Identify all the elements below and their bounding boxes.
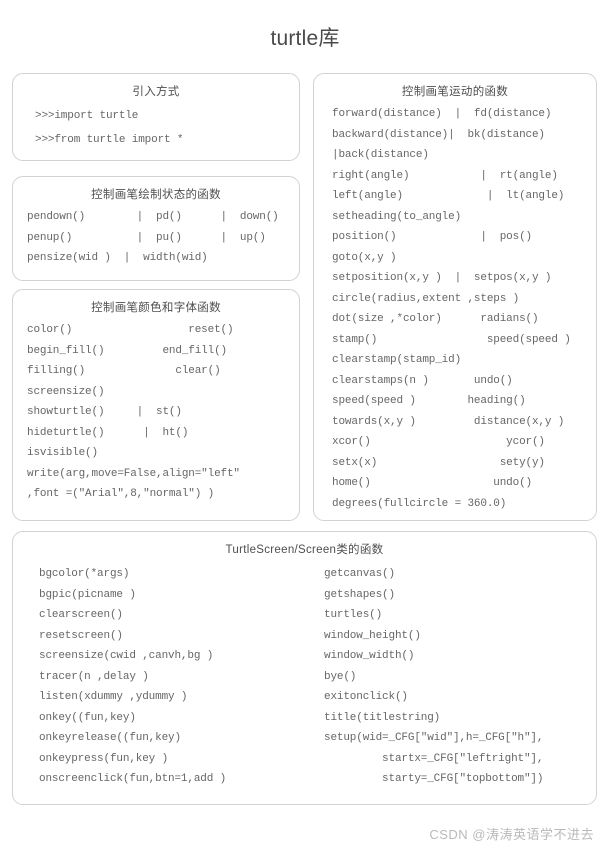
- code-line: getcanvas(): [324, 568, 395, 580]
- card-import-methods: 引入方式 >>>import turtle >>>from turtle impo…: [12, 73, 300, 161]
- code-line: position() | pos(): [332, 231, 532, 243]
- code-line: circle(radius,extent ,steps ): [332, 292, 520, 305]
- code-line: bgpic(picname ): [39, 588, 136, 601]
- code-line: degrees(fullcircle = 360.0): [332, 497, 507, 510]
- code-line: towards(x,y ) distance(x,y ): [332, 415, 565, 428]
- code-line: showturtle() | st(): [27, 406, 182, 418]
- code-line: goto(x,y ): [332, 251, 397, 264]
- code-line: getshapes(): [324, 588, 395, 601]
- code-line: forward(distance) | fd(distance): [332, 108, 552, 120]
- code-line: onkey((fun,key): [39, 711, 136, 724]
- code-line: clearscreen(): [39, 609, 123, 621]
- code-line: stamp() speed(speed ): [332, 333, 571, 346]
- code-line: window_width(): [324, 650, 415, 662]
- code-line: clearstamps(n ) undo(): [332, 374, 513, 387]
- code-line: turtles(): [324, 609, 383, 621]
- code-line: setposition(x,y ) | setpos(x,y ): [332, 272, 552, 284]
- code-line: title(titlestring): [324, 711, 441, 724]
- card-import-lines: >>>import turtle >>>from turtle import *: [13, 104, 299, 152]
- code-line: startx=_CFG["leftright"],: [324, 752, 544, 765]
- code-line: home() undo(): [332, 477, 532, 489]
- code-line: window_height(): [324, 629, 421, 642]
- card-pen-state-title: 控制画笔绘制状态的函数: [91, 189, 221, 201]
- code-line: onkeypress(fun,key ): [39, 752, 169, 765]
- code-line: >>>import turtle: [35, 110, 139, 122]
- code-line: onscreenclick(fun,btn=1,add ): [39, 773, 227, 785]
- code-line: dot(size ,*color) radians(): [332, 313, 539, 325]
- code-line: ,font =("Arial",8,"normal") ): [27, 488, 215, 500]
- code-line: screensize(): [27, 385, 105, 398]
- code-line: begin_fill() end_fill(): [27, 344, 227, 357]
- code-line: bgcolor(*args): [39, 568, 130, 580]
- code-line: pensize(wid ) | width(wid): [27, 252, 208, 264]
- code-line: starty=_CFG["topbottom"]): [324, 773, 544, 785]
- code-line: xcor() ycor(): [332, 436, 545, 448]
- turtlescreen-columns: bgcolor(*args) bgpic(picname ) clearscreen…: [13, 562, 596, 790]
- code-line: speed(speed ) heading(): [332, 395, 526, 407]
- card-pen-state-lines: pendown() | pd() | down() penup() | pu() …: [13, 207, 299, 269]
- card-turtlescreen-functions: TurtleScreen/Screen类的函数 bgcolor(*args) bg…: [12, 531, 597, 805]
- code-line: setup(wid=_CFG["wid"],h=_CFG["h"],: [324, 732, 544, 744]
- code-line: onkeyrelease((fun,key): [39, 732, 181, 744]
- code-line: penup() | pu() | up(): [27, 231, 266, 244]
- code-line: >>>from turtle import *: [35, 134, 184, 146]
- card-pen-state-functions: 控制画笔绘制状态的函数 pendown() | pd() | down() pen…: [12, 176, 300, 281]
- code-line: left(angle) | lt(angle): [332, 190, 565, 202]
- cheatsheet-page: turtle库 引入方式 >>>import turtle >>>from tur…: [0, 0, 610, 856]
- card-motion-lines: forward(distance) | fd(distance) backward…: [314, 104, 596, 514]
- turtlescreen-right-lines: getcanvas() getshapes() turtles() window_he…: [324, 564, 596, 790]
- card-pen-color-title: 控制画笔颜色和字体函数: [91, 302, 221, 314]
- code-line: write(arg,move=False,align="left": [27, 467, 240, 480]
- code-line: exitonclick(): [324, 691, 408, 703]
- code-line: setheading(to_angle): [332, 210, 462, 223]
- code-line: color() reset(): [27, 324, 234, 336]
- page-title: turtle库: [270, 27, 340, 50]
- code-line: pendown() | pd() | down(): [27, 211, 279, 223]
- code-line: bye(): [324, 670, 357, 683]
- code-line: setx(x) sety(y): [332, 456, 545, 469]
- card-motion-title: 控制画笔运动的函数: [401, 86, 509, 98]
- card-turtlescreen-title: TurtleScreen/Screen类的函数: [225, 544, 384, 556]
- code-line: clearstamp(stamp_id): [332, 354, 462, 366]
- code-line: screensize(cwid ,canvh,bg ): [39, 650, 214, 662]
- code-line: right(angle) | rt(angle): [332, 169, 558, 182]
- watermark: CSDN @涛涛英语学不进去: [429, 827, 594, 842]
- code-line: isvisible(): [27, 447, 98, 459]
- card-pen-color-lines: color() reset() begin_fill() end_fill()fi…: [13, 320, 299, 505]
- turtlescreen-left-lines: bgcolor(*args) bgpic(picname ) clearscreen…: [39, 564, 324, 790]
- card-pen-color-font-functions: 控制画笔颜色和字体函数 color() reset() begin_fill() …: [12, 289, 300, 521]
- code-line: backward(distance)| bk(distance): [332, 128, 545, 141]
- code-line: listen(xdummy ,ydummy ): [39, 691, 188, 703]
- code-line: hideturtle() | ht(): [27, 426, 189, 439]
- code-line: |back(distance): [332, 149, 429, 161]
- code-line: filling() clear(): [27, 365, 221, 377]
- code-line: resetscreen(): [39, 629, 123, 642]
- card-pen-motion-functions: 控制画笔运动的函数 forward(distance) | fd(distanc…: [313, 73, 597, 521]
- card-import-title: 引入方式: [132, 86, 180, 98]
- code-line: tracer(n ,delay ): [39, 670, 149, 683]
